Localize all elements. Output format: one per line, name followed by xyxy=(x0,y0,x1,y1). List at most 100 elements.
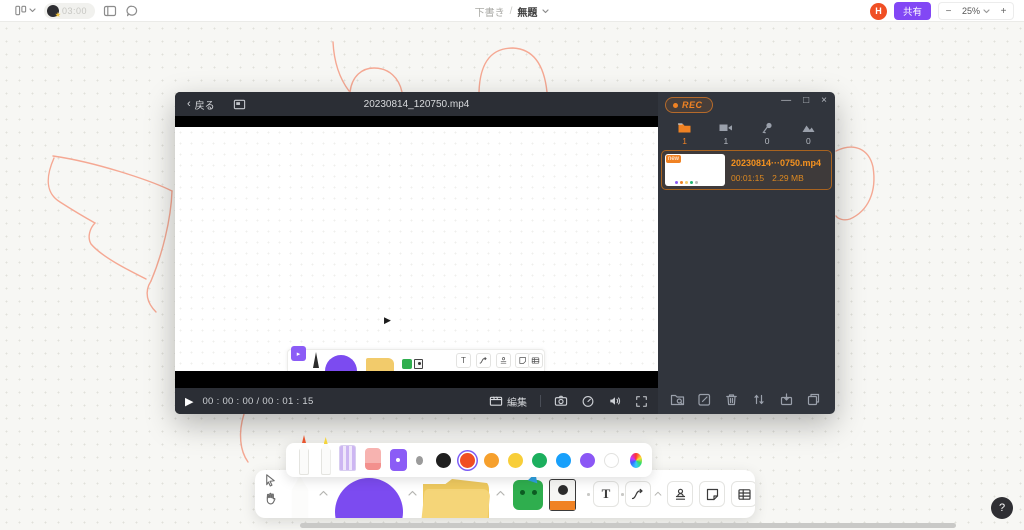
copy-list-button[interactable] xyxy=(806,392,821,407)
hand-pan-tool[interactable] xyxy=(263,491,277,505)
mini-camera-sticker xyxy=(414,359,423,369)
pen-tool[interactable] xyxy=(296,435,309,475)
color-swatch-orange[interactable] xyxy=(484,452,500,468)
sticker-camera[interactable] xyxy=(549,479,576,511)
tab-recordings[interactable]: 1 xyxy=(677,118,692,148)
color-swatch-red-selected[interactable] xyxy=(460,452,476,468)
tab-images[interactable]: 0 xyxy=(801,118,816,148)
recorder-tabs: 1 1 0 0 xyxy=(658,118,835,148)
timer-badge[interactable]: ★ 03:00 xyxy=(44,2,96,19)
recorder-window: ‹ 戻る 20230814_120750.mp4 ▶ ▸ T ▶ 00: 00… xyxy=(175,92,835,414)
video-camera-icon xyxy=(718,120,733,135)
zoom-controls: − 25% + xyxy=(937,2,1014,20)
connector-options-chevron[interactable] xyxy=(654,491,662,496)
thumbnail-toolbar-preview xyxy=(675,181,698,184)
folder-icon xyxy=(677,120,692,135)
frames-panel-button[interactable] xyxy=(103,4,117,18)
zoom-level-value: 25% xyxy=(961,6,980,16)
back-button[interactable]: ‹ 戻る xyxy=(175,97,215,112)
video-player: ‹ 戻る 20230814_120750.mp4 ▶ ▸ T ▶ 00: 00… xyxy=(175,92,658,414)
recorder-panel: REC — □ × 1 1 0 0 new 20230814···0750.mp… xyxy=(658,92,835,414)
volume-icon[interactable] xyxy=(608,394,622,408)
color-swatch-purple[interactable] xyxy=(580,452,596,468)
comments-button[interactable] xyxy=(125,4,139,18)
player-controls: ▶ 00 : 00 : 00 / 00 : 01 : 15 編集 xyxy=(175,388,658,414)
recording-thumbnail: new xyxy=(665,154,725,186)
main-menu-button[interactable] xyxy=(14,4,36,17)
color-wheel[interactable] xyxy=(630,452,642,468)
document-title[interactable]: 無題 xyxy=(517,4,537,19)
recording-size: 2.29 MB xyxy=(772,172,804,183)
pen-options-chevron[interactable] xyxy=(319,490,328,496)
divider xyxy=(540,395,541,407)
text-tool-button[interactable]: T xyxy=(593,481,619,507)
top-bar: ★ 03:00 下書き / 無題 H 共有 − 25% + xyxy=(0,0,1024,22)
horizontal-scrollbar[interactable] xyxy=(300,523,956,528)
play-button[interactable]: ▶ xyxy=(185,395,193,408)
mini-cursor-tool: ▸ xyxy=(291,346,306,361)
minimize-button[interactable]: — xyxy=(781,95,791,106)
mini-connector-tool xyxy=(476,353,491,368)
folder-options-chevron[interactable] xyxy=(496,490,505,496)
highlighter-tool[interactable] xyxy=(318,435,331,475)
stroke-size-selected[interactable] xyxy=(389,449,407,471)
video-area[interactable]: ▶ ▸ T xyxy=(175,116,658,388)
delete-button[interactable] xyxy=(724,392,739,407)
stroke-size-large[interactable] xyxy=(415,455,424,465)
snapshot-camera-icon[interactable] xyxy=(554,394,568,408)
coin-icon: ★ xyxy=(47,4,61,19)
sticker-monster[interactable] xyxy=(513,471,543,510)
color-swatch-white[interactable] xyxy=(604,452,620,468)
back-chevron-icon: ‹ xyxy=(187,98,191,110)
folder-tool-preview[interactable] xyxy=(421,479,491,518)
playback-time: 00 : 00 : 00 / 00 : 01 : 15 xyxy=(202,395,314,407)
tab-audio[interactable]: 0 xyxy=(760,118,775,148)
avatar[interactable]: H xyxy=(869,2,887,20)
eraser-tool[interactable] xyxy=(364,448,381,470)
table-tool-button[interactable] xyxy=(731,481,755,507)
mini-folder-tool xyxy=(366,358,394,371)
shape-options-chevron[interactable] xyxy=(408,490,417,496)
new-badge: new xyxy=(666,155,682,163)
share-button[interactable]: 共有 xyxy=(893,2,931,20)
rename-button[interactable] xyxy=(697,392,712,407)
timer-value: 03:00 xyxy=(62,5,88,16)
picture-in-picture-icon[interactable] xyxy=(233,98,246,111)
video-frame: ▶ ▸ T xyxy=(175,127,658,371)
zoom-out-button[interactable]: − xyxy=(939,6,958,17)
tab-camera[interactable]: 1 xyxy=(718,118,733,148)
recording-duration: 00:01:15 xyxy=(731,172,765,183)
pen-palette-popup xyxy=(286,435,652,477)
color-swatch-green[interactable] xyxy=(532,452,548,468)
breadcrumb-draft: 下書き xyxy=(474,7,505,19)
stamp-tool-button[interactable] xyxy=(667,481,693,507)
sort-button[interactable] xyxy=(752,392,767,407)
color-swatch-blue[interactable] xyxy=(556,452,572,468)
pen-tool-preview[interactable] xyxy=(287,476,313,518)
edit-video-button[interactable]: 編集 xyxy=(489,394,527,409)
import-button[interactable] xyxy=(779,392,794,407)
locate-file-button[interactable] xyxy=(670,392,685,407)
recording-list-item[interactable]: new 20230814···0750.mp4 00:01:15 2.29 MB xyxy=(661,150,832,190)
rec-dot-icon xyxy=(673,102,678,108)
fullscreen-icon[interactable] xyxy=(635,395,648,408)
select-cursor-tool[interactable] xyxy=(263,473,277,487)
mini-text-tool: T xyxy=(456,353,471,368)
zoom-in-button[interactable]: + xyxy=(994,6,1013,17)
pattern-brush-tool[interactable] xyxy=(339,445,356,471)
note-tool-button[interactable] xyxy=(699,481,725,507)
recorded-mini-toolbar: ▸ T xyxy=(287,346,545,371)
shape-tool-preview[interactable] xyxy=(335,478,403,518)
playback-speed-icon[interactable] xyxy=(581,394,595,408)
maximize-button[interactable]: □ xyxy=(803,95,809,106)
mini-shape-tool xyxy=(325,355,357,371)
recorded-cursor: ▶ xyxy=(384,315,391,325)
close-button[interactable]: × xyxy=(821,95,827,106)
color-swatch-yellow[interactable] xyxy=(508,452,524,468)
video-filename: 20230814_120750.mp4 xyxy=(363,98,470,110)
help-button[interactable]: ? xyxy=(991,497,1013,519)
zoom-level-dropdown[interactable]: 25% xyxy=(958,6,994,16)
mini-pen-tool xyxy=(313,352,319,368)
color-swatch-black[interactable] xyxy=(436,452,452,468)
connector-tool-button[interactable] xyxy=(625,481,651,507)
